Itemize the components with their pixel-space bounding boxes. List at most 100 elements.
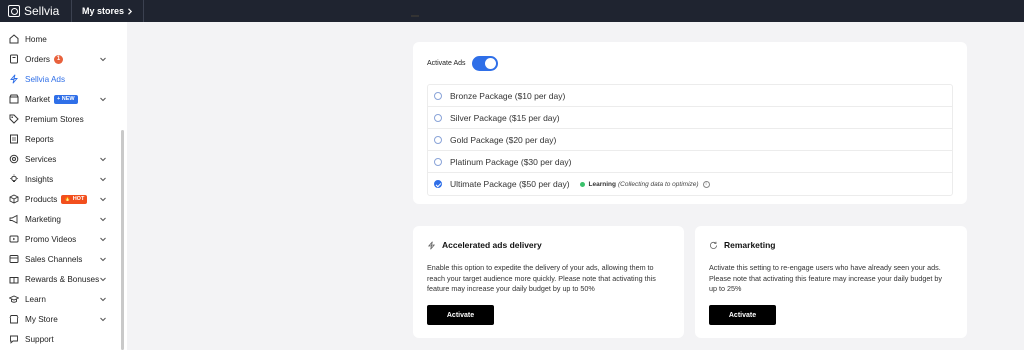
sidebar-item-my-store[interactable]: My Store <box>0 311 118 327</box>
package-label: Silver Package ($15 per day) <box>450 112 560 123</box>
sidebar-item-label: Products <box>25 194 58 204</box>
sidebar-item-sellvia-ads[interactable]: Sellvia Ads <box>0 71 118 87</box>
megaphone-icon <box>9 214 19 224</box>
accelerated-title-row: Accelerated ads delivery <box>427 240 542 250</box>
chevron-down-icon[interactable] <box>99 215 107 223</box>
sidebar-item-label: Sellvia Ads <box>25 74 66 84</box>
activate-ads-toggle[interactable] <box>471 56 498 71</box>
store-icon <box>9 314 19 324</box>
my-stores-label: My stores <box>82 6 125 16</box>
learning-status: Learning (Collecting data to optimize) i <box>579 180 710 188</box>
video-icon <box>9 234 19 244</box>
sidebar-item-label: Market <box>25 94 51 104</box>
reports-icon <box>9 134 19 144</box>
sidebar-item-label: Home <box>25 34 47 44</box>
new-badge: + NEW <box>54 94 78 104</box>
sidebar-item-label: Premium Stores <box>25 114 84 124</box>
sidebar-scrollbar[interactable] <box>121 130 124 350</box>
sidebar-item-insights[interactable]: Insights <box>0 171 118 187</box>
chevron-down-icon[interactable] <box>99 195 107 203</box>
sidebar-item-sales-channels[interactable]: Sales Channels <box>0 251 118 267</box>
logo-icon <box>8 5 20 17</box>
sidebar-item-reports[interactable]: Reports <box>0 131 118 147</box>
sidebar-item-label: Sales Channels <box>25 254 83 264</box>
package-label: Gold Package ($20 per day) <box>450 134 557 145</box>
accelerated-delivery-card: Accelerated ads delivery Enable this opt… <box>413 226 684 338</box>
tag-icon <box>9 114 19 124</box>
sidebar-item-products[interactable]: Products 🔥 HOT <box>0 191 118 207</box>
graduation-icon <box>9 294 19 304</box>
description-line: feature may increase your daily budget b… <box>427 284 595 293</box>
market-icon <box>9 94 19 104</box>
sidebar-item-promo-videos[interactable]: Promo Videos <box>0 231 118 247</box>
learning-label: Learning <box>588 180 616 188</box>
description-line: up to 25% <box>709 284 742 293</box>
sidebar-item-premium-stores[interactable]: Premium Stores <box>0 111 118 127</box>
accelerated-activate-button[interactable]: Activate <box>427 305 494 325</box>
chevron-down-icon[interactable] <box>99 255 107 263</box>
sidebar-item-label: Marketing <box>25 214 61 224</box>
remarketing-title: Remarketing <box>724 240 776 250</box>
sidebar-item-label: Rewards & Bonuses <box>25 274 100 284</box>
brand-name: Sellvia <box>24 4 60 18</box>
activate-ads-label: Activate Ads <box>427 60 466 67</box>
my-stores-button[interactable]: My stores <box>71 0 145 22</box>
hot-badge: 🔥 HOT <box>61 194 88 204</box>
sidebar-item-rewards-bonuses[interactable]: Rewards & Bonuses <box>0 271 118 287</box>
accelerated-description: Enable this option to expedite the deliv… <box>427 263 656 295</box>
chevron-right-icon <box>128 7 133 15</box>
chevron-down-icon[interactable] <box>99 175 107 183</box>
sidebar-item-label: Insights <box>25 174 54 184</box>
sidebar-item-label: Orders <box>25 54 51 64</box>
sidebar-item-support[interactable]: Support <box>0 331 118 347</box>
sidebar-item-label: Learn <box>25 294 46 304</box>
remarketing-card: Remarketing Activate this setting to re-… <box>695 226 967 338</box>
sidebar-item-label: Services <box>25 154 57 164</box>
package-label: Bronze Package ($10 per day) <box>450 90 566 101</box>
radio-button[interactable] <box>434 135 442 144</box>
radio-button[interactable] <box>434 91 442 100</box>
package-option[interactable]: Silver Package ($15 per day) <box>428 107 952 129</box>
chevron-down-icon[interactable] <box>99 235 107 243</box>
sidebar-item-market[interactable]: Market + NEW <box>0 91 118 107</box>
sidebar: Home Orders 1 Sellvia Ads Market + NEW P… <box>0 22 127 350</box>
lightbulb-icon <box>9 174 19 184</box>
sidebar-item-learn[interactable]: Learn <box>0 291 118 307</box>
sidebar-item-home[interactable]: Home <box>0 31 118 47</box>
package-option[interactable]: Platinum Package ($30 per day) <box>428 151 952 173</box>
chevron-down-icon[interactable] <box>99 155 107 163</box>
radio-button-checked[interactable] <box>434 180 442 188</box>
radio-button[interactable] <box>434 157 442 166</box>
bolt-icon <box>9 74 19 84</box>
activate-ads-row: Activate Ads <box>427 56 498 71</box>
top-bar: Sellvia My stores <box>0 0 1024 22</box>
sidebar-item-label: Promo Videos <box>25 234 77 244</box>
info-icon[interactable]: i <box>702 180 710 188</box>
remarketing-title-row: Remarketing <box>709 240 776 250</box>
channels-icon <box>9 254 19 264</box>
home-icon <box>9 34 19 44</box>
services-icon <box>9 154 19 164</box>
package-option-selected[interactable]: Ultimate Package ($50 per day) Learning … <box>428 173 952 195</box>
remarketing-description: Activate this setting to re-engage users… <box>709 263 942 295</box>
radio-button[interactable] <box>434 113 442 122</box>
sidebar-item-marketing[interactable]: Marketing <box>0 211 118 227</box>
chevron-down-icon[interactable] <box>99 275 107 283</box>
products-icon <box>9 194 19 204</box>
description-line: Enable this option to expedite the deliv… <box>427 263 654 272</box>
sidebar-item-orders[interactable]: Orders 1 <box>0 51 118 67</box>
chevron-down-icon[interactable] <box>99 95 107 103</box>
chevron-down-icon[interactable] <box>99 295 107 303</box>
gift-icon <box>9 274 19 284</box>
brand-logo[interactable]: Sellvia <box>0 0 71 22</box>
orders-icon <box>9 54 19 64</box>
sidebar-item-label: Support <box>25 334 54 344</box>
package-option[interactable]: Bronze Package ($10 per day) <box>428 85 952 107</box>
chevron-down-icon[interactable] <box>99 55 107 63</box>
sidebar-item-label: Reports <box>25 134 54 144</box>
chevron-down-icon[interactable] <box>99 315 107 323</box>
package-option[interactable]: Gold Package ($20 per day) <box>428 129 952 151</box>
remarketing-activate-button[interactable]: Activate <box>709 305 776 325</box>
bolt-icon <box>427 240 436 250</box>
sidebar-item-services[interactable]: Services <box>0 151 118 167</box>
